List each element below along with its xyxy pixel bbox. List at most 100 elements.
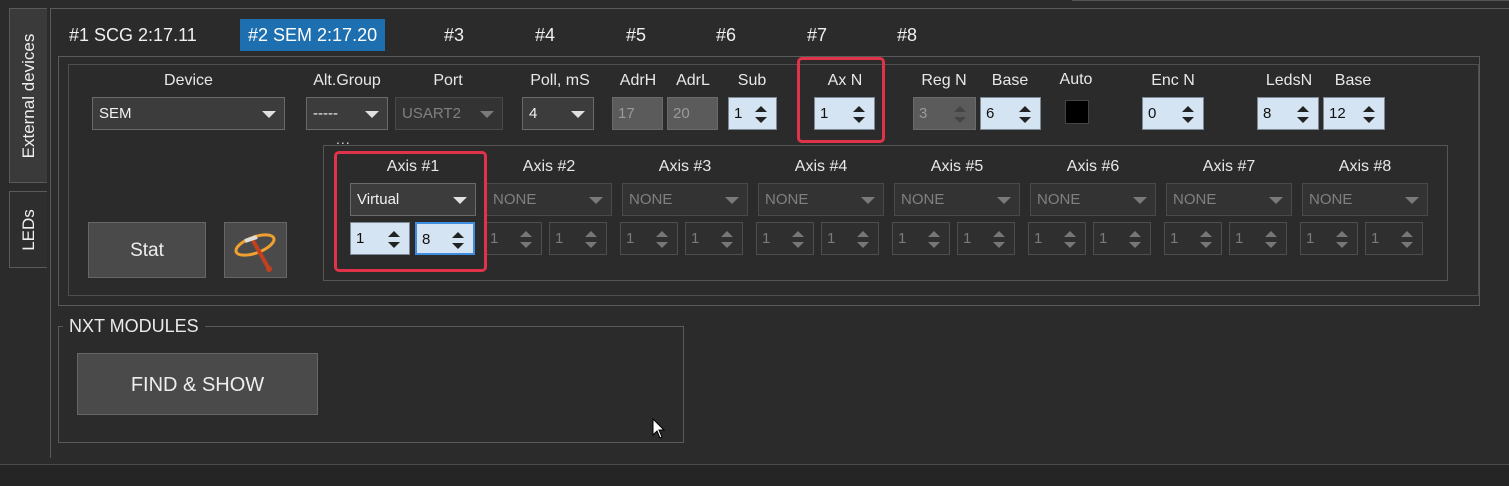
arrow-up-icon[interactable]: [993, 231, 1005, 237]
device-tab-4[interactable]: #4: [535, 19, 555, 51]
arrow-up-icon[interactable]: [1336, 231, 1348, 237]
tab-external-devices-label: External devices: [18, 33, 38, 158]
axis-3-mode-select[interactable]: NONE: [622, 183, 748, 216]
port-select[interactable]: USART2: [395, 97, 503, 130]
leds-base-value: 12: [1329, 105, 1346, 122]
find-show-button[interactable]: FIND & SHOW: [77, 353, 318, 415]
nxt-modules-title: NXT MODULES: [63, 316, 205, 337]
axis-5-stepper-b[interactable]: 1: [957, 222, 1015, 255]
axis-8-stepper-b[interactable]: 1: [1365, 222, 1423, 255]
arrow-down-icon[interactable]: [1182, 117, 1194, 123]
base-stepper[interactable]: 6: [980, 97, 1041, 130]
enc-n-label: Enc N: [1151, 72, 1195, 89]
arrow-down-icon[interactable]: [656, 242, 668, 248]
device-tab-6[interactable]: #6: [716, 19, 736, 51]
arrow-up-icon[interactable]: [1019, 106, 1031, 112]
axis-7-stepper-b-value: 1: [1235, 230, 1244, 247]
arrow-up-icon[interactable]: [857, 231, 869, 237]
axis-8-mode-select[interactable]: NONE: [1302, 183, 1428, 216]
device-tab-1[interactable]: #1 SCG 2:17.11: [69, 19, 197, 51]
axis-5-mode-select[interactable]: NONE: [894, 183, 1020, 216]
axis-7-stepper-a-value: 1: [1170, 230, 1179, 247]
arrow-down-icon[interactable]: [853, 117, 865, 123]
adrl-field[interactable]: 20: [667, 97, 718, 130]
device-tab-7[interactable]: #7: [807, 19, 827, 51]
device-tab-2[interactable]: #2 SEM 2:17.20: [240, 19, 386, 51]
axis-5-stepper-a[interactable]: 1: [892, 222, 950, 255]
axis-2-stepper-b[interactable]: 1: [549, 222, 607, 255]
reg-n-stepper[interactable]: 3: [913, 97, 976, 130]
arrow-down-icon[interactable]: [721, 242, 733, 248]
arrow-up-icon[interactable]: [1182, 106, 1194, 112]
arrow-up-icon[interactable]: [1200, 231, 1212, 237]
axis-3-stepper-a[interactable]: 1: [620, 222, 678, 255]
arrow-up-icon[interactable]: [520, 231, 532, 237]
arrow-down-icon[interactable]: [1336, 242, 1348, 248]
adrh-value: 17: [618, 105, 635, 122]
axis-4-mode-select[interactable]: NONE: [758, 183, 884, 216]
arrow-down-icon[interactable]: [792, 242, 804, 248]
device-tab-8[interactable]: #8: [897, 19, 917, 51]
leds-n-label: LedsN: [1265, 72, 1313, 89]
adrh-label: AdrH: [619, 72, 657, 89]
tab-leds[interactable]: LEDs: [9, 191, 47, 268]
arrow-down-icon[interactable]: [1297, 117, 1309, 123]
arrow-up-icon[interactable]: [792, 231, 804, 237]
tool-button[interactable]: [224, 222, 287, 278]
arrow-up-icon[interactable]: [755, 106, 767, 112]
arrow-down-icon[interactable]: [1265, 242, 1277, 248]
device-tab-3[interactable]: #3: [444, 19, 464, 51]
device-select[interactable]: SEM: [92, 97, 285, 130]
arrow-up-icon[interactable]: [1363, 106, 1375, 112]
arrow-down-icon[interactable]: [520, 242, 532, 248]
arrow-down-icon[interactable]: [1363, 117, 1375, 123]
device-tab-5[interactable]: #5: [626, 19, 646, 51]
poll-select[interactable]: 4: [522, 97, 594, 130]
arrow-down-icon[interactable]: [1401, 242, 1413, 248]
axis-6-stepper-a[interactable]: 1: [1028, 222, 1086, 255]
arrow-up-icon[interactable]: [1297, 106, 1309, 112]
axis-6-stepper-b[interactable]: 1: [1093, 222, 1151, 255]
axis-6-mode-select[interactable]: NONE: [1030, 183, 1156, 216]
arrow-down-icon[interactable]: [1200, 242, 1212, 248]
mouse-cursor-icon: [652, 418, 666, 439]
axis-8-stepper-a[interactable]: 1: [1300, 222, 1358, 255]
arrow-down-icon[interactable]: [1064, 242, 1076, 248]
axis-7-mode-select[interactable]: NONE: [1166, 183, 1292, 216]
adrh-field[interactable]: 17: [612, 97, 663, 130]
axis-3-stepper-b[interactable]: 1: [685, 222, 743, 255]
axis-4-stepper-a[interactable]: 1: [756, 222, 814, 255]
axis-2-stepper-a[interactable]: 1: [484, 222, 542, 255]
arrow-up-icon[interactable]: [656, 231, 668, 237]
axis-7-stepper-b[interactable]: 1: [1229, 222, 1287, 255]
arrow-down-icon[interactable]: [1129, 242, 1141, 248]
poll-label: Poll, mS: [530, 72, 590, 89]
arrow-down-icon[interactable]: [1019, 117, 1031, 123]
tab-external-devices[interactable]: External devices: [9, 8, 47, 183]
axis-2-mode-select[interactable]: NONE: [486, 183, 612, 216]
sub-stepper[interactable]: 1: [728, 97, 777, 130]
leds-n-stepper[interactable]: 8: [1257, 97, 1319, 130]
arrow-down-icon[interactable]: [755, 117, 767, 123]
stat-button[interactable]: Stat: [88, 222, 206, 278]
arrow-up-icon[interactable]: [1064, 231, 1076, 237]
arrow-up-icon[interactable]: [928, 231, 940, 237]
arrow-up-icon[interactable]: [1401, 231, 1413, 237]
axis-7-stepper-a[interactable]: 1: [1164, 222, 1222, 255]
leds-base-stepper[interactable]: 12: [1323, 97, 1385, 130]
alt-group-select[interactable]: -----: [306, 97, 388, 130]
arrow-up-icon[interactable]: [1129, 231, 1141, 237]
auto-checkbox[interactable]: [1065, 100, 1089, 124]
arrow-up-icon[interactable]: [853, 106, 865, 112]
ax-n-stepper[interactable]: 1: [814, 97, 875, 130]
base-label: Base: [991, 72, 1029, 89]
arrow-up-icon[interactable]: [585, 231, 597, 237]
arrow-up-icon[interactable]: [721, 231, 733, 237]
arrow-down-icon[interactable]: [585, 242, 597, 248]
arrow-down-icon[interactable]: [993, 242, 1005, 248]
axis-4-stepper-b[interactable]: 1: [821, 222, 879, 255]
arrow-down-icon[interactable]: [857, 242, 869, 248]
enc-n-stepper[interactable]: 0: [1142, 97, 1204, 130]
arrow-up-icon[interactable]: [1265, 231, 1277, 237]
arrow-down-icon[interactable]: [928, 242, 940, 248]
